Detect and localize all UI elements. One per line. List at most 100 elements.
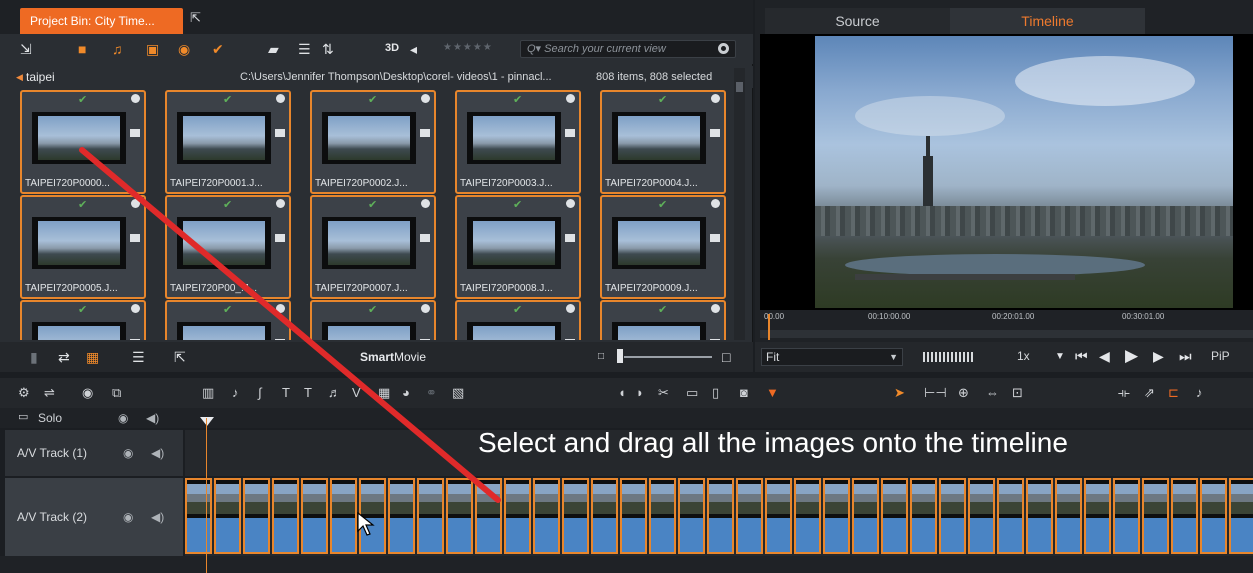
time-ruler[interactable]: 00.00 00:10:00.00 00:20:01.00 00:30:01.0… [760,312,1253,340]
pointer-tool-icon[interactable]: ➤ [894,385,905,401]
media-tile[interactable]: ✔ [600,300,726,340]
media-tile[interactable]: ✔ TAIPEI720P0000... [20,90,146,194]
timeline-clip[interactable] [852,478,879,554]
collapse-arrow-icon[interactable]: ◀ [16,66,23,88]
media-tile[interactable]: ✔ TAIPEI720P0003.J... [455,90,581,194]
timeline-clip[interactable] [678,478,705,554]
timeline-clip[interactable] [823,478,850,554]
trash-icon[interactable]: ▯ [712,385,719,401]
check-filter-icon[interactable]: ✔ [212,41,224,57]
import-icon[interactable]: ⇲ [20,41,32,57]
tag-icon[interactable]: ◂ [410,41,417,57]
fit-icon[interactable]: ⊡ [1012,385,1023,401]
folder-name[interactable]: taipei [26,66,55,88]
timeline-clip[interactable] [765,478,792,554]
settings-icon[interactable]: ⚙ [18,385,30,401]
media-tile[interactable]: ✔ TAIPEI720P0005.J... [20,195,146,299]
razor-icon[interactable]: ✂ [658,385,669,401]
info-icon[interactable] [566,304,575,313]
voiceover-icon[interactable]: ♬ [328,385,341,400]
delete-icon[interactable]: ▮ [30,349,38,365]
timeline-clip[interactable] [1142,478,1169,554]
timeline-clip[interactable] [939,478,966,554]
timeline-clip[interactable] [1171,478,1198,554]
list-view-icon[interactable]: ☰ [298,41,311,57]
timeline-clip[interactable] [417,478,444,554]
timeline-clip[interactable] [330,478,357,554]
timeline-clip[interactable] [707,478,734,554]
media-tile[interactable]: ✔ [455,300,581,340]
audio-ducking-icon[interactable]: V [352,385,361,400]
speed-select[interactable]: 1x [1017,349,1030,363]
audio-mixer-icon[interactable]: ▥ [202,385,214,401]
info-icon[interactable] [421,199,430,208]
tab-source[interactable]: Source [765,8,950,34]
go-to-start-icon[interactable]: ⏮ [1075,348,1088,365]
step-forward-icon[interactable]: ▶ [1153,348,1164,365]
info-icon[interactable] [711,199,720,208]
audio-filter-icon[interactable]: ♫ [112,41,123,57]
magnet-icon[interactable]: ⊏ [1168,385,1179,401]
music-icon[interactable]: ♪ [232,385,239,400]
info-icon[interactable] [711,304,720,313]
sort-icon[interactable]: ⇅ [322,41,334,57]
step-back-icon[interactable]: ◀ [1099,348,1110,365]
title-icon[interactable]: T [282,385,290,400]
timeline-clip[interactable] [1055,478,1082,554]
bin-tab[interactable]: Project Bin: City Time... [20,8,183,34]
info-icon[interactable] [276,94,285,103]
trim-icon[interactable]: ⊢⊣ [924,385,947,401]
slip-icon[interactable]: ⇔ [986,385,999,400]
pin-tab-icon[interactable]: ⇱ [190,10,208,26]
info-icon[interactable] [131,94,140,103]
media-tile[interactable]: ✔ TAIPEI720P0009.J... [600,195,726,299]
link-icon[interactable]: ⇄ [58,349,70,365]
timeline-clip[interactable] [533,478,560,554]
bin-scrollbar[interactable] [734,68,745,340]
zoom-select[interactable]: Fit ▼ [761,348,903,366]
info-icon[interactable] [711,94,720,103]
media-tile[interactable]: ✔ [165,300,291,340]
eye-icon[interactable]: ◉ [123,510,133,524]
timeline-clip[interactable] [794,478,821,554]
track-list-icon[interactable]: ▭ [18,410,28,423]
small-thumb-icon[interactable]: □ [598,349,604,365]
timeline-clip[interactable] [1113,478,1140,554]
smartmovie-button[interactable]: SmartMovie [360,350,426,364]
eye-icon[interactable]: ◉ [118,411,128,425]
info-icon[interactable] [131,199,140,208]
timeline-clip[interactable] [272,478,299,554]
jog-shuttle[interactable] [923,352,975,362]
timeline-clip[interactable] [620,478,647,554]
project-filter-icon[interactable]: ◉ [178,41,190,57]
snap-icon[interactable]: ⇗ [1144,385,1155,401]
record-icon[interactable]: ◉ [82,385,93,401]
info-icon[interactable] [276,199,285,208]
storyboard-icon[interactable]: ⧉ [112,385,121,401]
3d-filter-button[interactable]: 3D [385,42,399,54]
add-to-timeline-icon[interactable]: ⇱ [174,349,186,365]
speaker-icon[interactable]: ◀) [151,510,164,524]
slider-knob[interactable] [617,349,623,363]
scrub-bar[interactable] [760,330,1253,338]
play-icon[interactable]: ▶ [1125,346,1138,366]
media-tile[interactable]: ✔ TAIPEI720P0008.J... [455,195,581,299]
timeline-clip[interactable] [388,478,415,554]
info-icon[interactable] [566,199,575,208]
playhead[interactable] [768,314,770,340]
image-icon[interactable]: ▧ [452,385,464,401]
film-icon[interactable]: ▦ [378,385,390,401]
speaker-icon[interactable]: ◀) [151,446,164,460]
timeline-clip[interactable] [446,478,473,554]
track-header[interactable]: A/V Track (2) ◉ ◀) [5,478,183,556]
photo-filter-icon[interactable]: ▣ [146,41,159,57]
camera-icon[interactable]: ◙ [740,385,748,400]
volume-icon[interactable]: ♪ [1196,385,1203,400]
timeline-clip[interactable] [1200,478,1227,554]
marker-icon[interactable]: ◖ [618,385,626,400]
go-to-end-icon[interactable]: ⏭ [1179,348,1192,365]
timeline-clip[interactable] [881,478,908,554]
timeline-clip[interactable] [910,478,937,554]
timeline-clip[interactable] [214,478,241,554]
folder-icon[interactable]: ▰ [268,41,279,57]
